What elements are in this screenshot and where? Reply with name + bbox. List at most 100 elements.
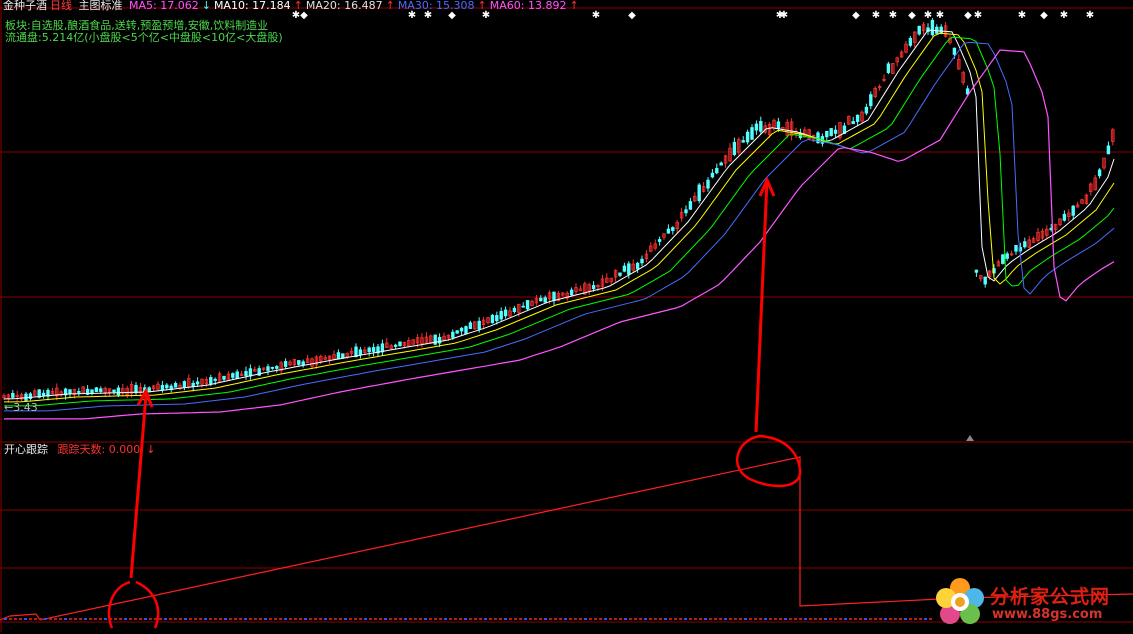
candle <box>279 360 283 375</box>
candle-body <box>657 239 662 242</box>
candle <box>935 24 939 35</box>
candle-body <box>248 368 253 377</box>
candle <box>94 386 99 393</box>
ma30-line <box>4 41 1115 412</box>
candle <box>816 131 820 144</box>
candle-body <box>182 381 187 388</box>
ma10-line <box>4 32 1115 403</box>
candle-body <box>495 315 499 322</box>
ma-label-1: MA10: 17.184 <box>213 0 291 12</box>
candlestick-series[interactable] <box>2 17 1115 403</box>
candle <box>649 242 653 253</box>
candle <box>371 343 376 357</box>
candle-body <box>855 114 860 122</box>
candle-body <box>367 347 371 353</box>
candle <box>121 383 125 397</box>
ma-label-0: MA5: 17.062 <box>129 0 199 12</box>
candle-body <box>134 385 138 394</box>
grid-lines <box>0 0 1133 632</box>
candle-body <box>160 384 165 391</box>
moving-average-lines <box>4 29 1115 420</box>
candle-body <box>525 300 530 310</box>
candle <box>1111 128 1115 146</box>
candle <box>904 41 908 54</box>
candle <box>1031 236 1036 243</box>
candle <box>996 259 1001 267</box>
candle <box>908 36 913 48</box>
candle-body <box>539 297 543 302</box>
candle-body <box>666 228 671 234</box>
candle <box>239 370 244 377</box>
candle-body <box>503 309 508 317</box>
candle-body <box>1097 169 1102 177</box>
candle-body <box>451 331 455 338</box>
candle <box>182 380 187 391</box>
candle-body <box>336 352 341 360</box>
candle <box>424 332 429 345</box>
candle <box>715 163 719 175</box>
candle <box>235 369 239 379</box>
candle <box>349 347 354 357</box>
chart-mode-label[interactable]: 主图标准 <box>79 0 123 12</box>
indicator-arrow: ↓ <box>146 443 156 456</box>
candle <box>33 388 37 397</box>
candle <box>486 317 490 325</box>
candle <box>609 277 613 285</box>
candle-body <box>745 131 750 143</box>
indicator-name[interactable]: 开心跟踪 <box>4 443 48 456</box>
candle-body <box>191 382 195 387</box>
candle-body <box>591 285 596 290</box>
candle <box>77 387 81 396</box>
candle <box>684 205 688 217</box>
chart-header: 金种子酒 日线 主图标准 MA5: 17.062 ↓ MA10: 17.184 ↑ MA2… <box>3 0 585 12</box>
candle <box>481 316 486 330</box>
candle <box>358 346 363 359</box>
ma-arrow-2: ↑ <box>385 0 395 12</box>
candle <box>1027 235 1031 249</box>
candle <box>671 226 675 235</box>
ma5-line <box>4 29 1115 400</box>
candle <box>886 61 891 75</box>
candle <box>226 371 231 381</box>
candle <box>701 182 706 193</box>
annotation-circle-2 <box>736 434 802 488</box>
candle <box>314 355 319 369</box>
candle-body <box>640 258 644 264</box>
candle <box>332 350 336 360</box>
candle <box>490 313 495 324</box>
candle <box>860 110 864 123</box>
candle-body <box>301 361 305 366</box>
candle <box>710 168 715 179</box>
candle <box>1084 193 1089 205</box>
candle <box>411 339 415 345</box>
candle-body <box>459 327 464 332</box>
candle-body <box>1106 145 1111 155</box>
candle-body <box>477 320 481 330</box>
period-label[interactable]: 日线 <box>50 0 72 12</box>
candle <box>336 349 341 360</box>
candle <box>741 136 745 143</box>
candle <box>398 341 402 347</box>
candle-body <box>437 336 442 344</box>
candle <box>635 261 640 273</box>
candle <box>468 320 473 330</box>
candle-body <box>1062 213 1067 221</box>
candle <box>838 122 842 141</box>
candle <box>59 390 63 397</box>
ma60-line <box>4 49 1115 420</box>
signal-marker-16: ◆ <box>964 10 972 21</box>
candle <box>99 386 103 394</box>
candle <box>433 334 437 346</box>
candle <box>979 274 983 282</box>
signal-marker-12: ✱ <box>889 10 897 21</box>
candle-body <box>297 360 301 365</box>
candle-body <box>99 388 103 392</box>
candle <box>310 357 314 369</box>
candle <box>50 387 55 395</box>
stock-name[interactable]: 金种子酒 <box>3 0 47 12</box>
stock-chart-canvas[interactable]: ✱ ◆ ✱ ✱ ◆ ✱ ✱ ◆ ✱✱ ◆ ✱ ✱ ◆ ✱ ✱ ◆ ✱ ✱ ◆ ✱ ✱ <box>0 0 1133 632</box>
hand-drawn-annotations <box>107 176 802 629</box>
candle <box>675 219 679 234</box>
candle <box>288 359 292 367</box>
watermark-logo: 分析家公式网 www.88gs.com <box>930 574 1130 630</box>
